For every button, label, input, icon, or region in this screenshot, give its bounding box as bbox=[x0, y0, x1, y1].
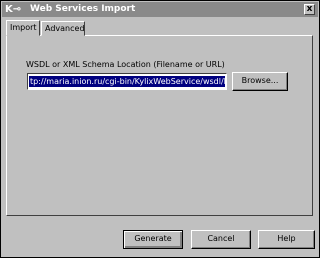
tab-import[interactable]: Import bbox=[6, 20, 40, 36]
cancel-button[interactable]: Cancel bbox=[191, 230, 251, 249]
title-bar[interactable]: K⊸ Web Services Import x bbox=[2, 2, 318, 17]
tab-advanced[interactable]: Advanced bbox=[41, 21, 85, 36]
wsdl-location-value: tp://maria.inion.ru/cgi-bin/KylixWebServ… bbox=[29, 76, 225, 87]
window-title: Web Services Import bbox=[30, 4, 136, 14]
close-icon: x bbox=[306, 4, 313, 14]
wsdl-location-label-text: WSDL or XML Schema Location (Filename or… bbox=[26, 60, 225, 69]
tab-import-label: Import bbox=[10, 23, 37, 32]
app-icon[interactable]: K⊸ bbox=[5, 3, 27, 16]
wsdl-location-input[interactable]: tp://maria.inion.ru/cgi-bin/KylixWebServ… bbox=[27, 73, 227, 90]
tab-advanced-label: Advanced bbox=[45, 24, 85, 33]
generate-button[interactable]: Generate bbox=[123, 230, 183, 249]
dialog-window: K⊸ Web Services Import x Advanced Import… bbox=[0, 0, 320, 258]
wsdl-location-label: WSDL or XML Schema Location (Filename or… bbox=[26, 60, 225, 69]
close-button[interactable]: x bbox=[304, 4, 315, 15]
help-button[interactable]: Help bbox=[258, 230, 315, 249]
browse-button[interactable]: Browse... bbox=[232, 72, 288, 91]
